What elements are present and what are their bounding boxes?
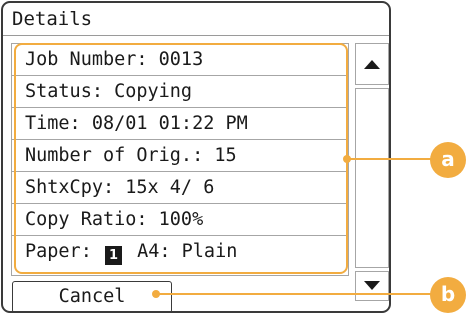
callout-a-dot [343, 155, 351, 163]
details-highlight-frame [14, 43, 348, 274]
scroll-down-button[interactable] [355, 271, 389, 301]
callout-b-leader [156, 293, 437, 295]
callout-a-badge: a [430, 142, 466, 178]
callout-b-badge: b [430, 277, 466, 313]
scrollbar-track[interactable] [355, 88, 389, 268]
screen-title: Details [3, 3, 389, 36]
cancel-button[interactable]: Cancel [12, 281, 172, 311]
triangle-down-icon [364, 281, 380, 290]
callout-a-leader [347, 158, 437, 160]
callout-b-dot [152, 290, 160, 298]
triangle-up-icon [364, 59, 380, 69]
scroll-up-button[interactable] [355, 43, 389, 85]
